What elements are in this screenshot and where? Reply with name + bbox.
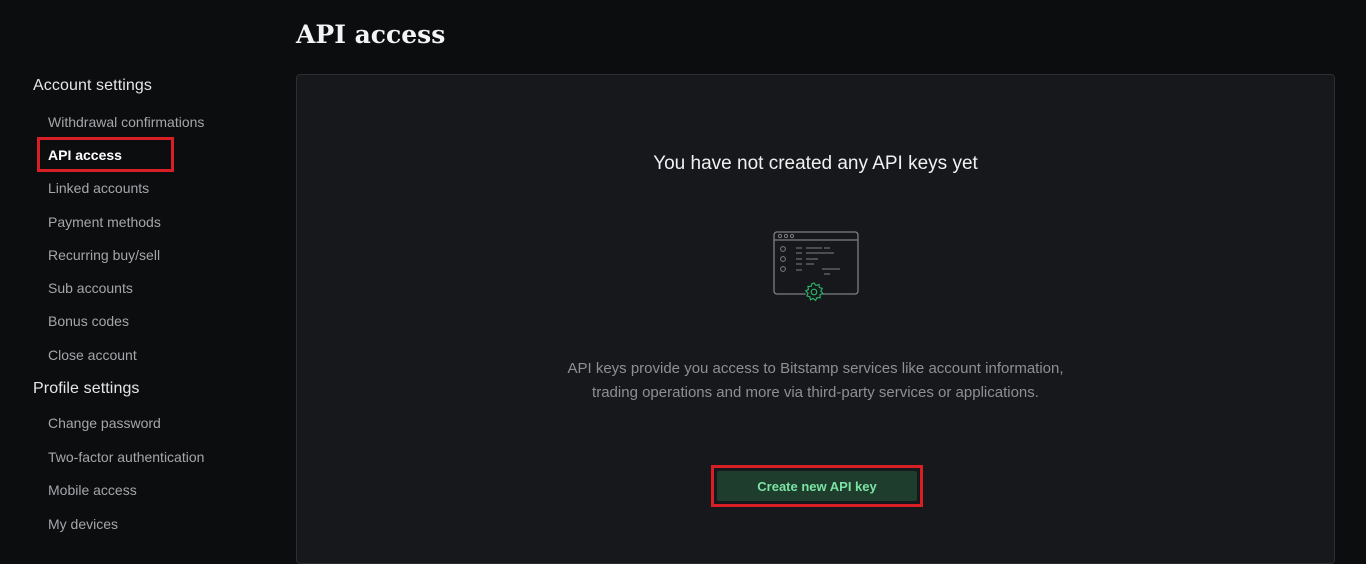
empty-state-description: API keys provide you access to Bitstamp … [297,357,1334,405]
sidebar-item-api-access[interactable]: API access [48,147,122,163]
account-settings-heading: Account settings [33,77,152,94]
create-api-key-button[interactable]: Create new API key [717,471,917,501]
description-line-2: trading operations and more via third-pa… [592,384,1039,401]
sidebar-item-withdrawal-confirmations[interactable]: Withdrawal confirmations [48,114,204,130]
empty-state-title: You have not created any API keys yet [653,153,978,174]
browser-settings-icon [772,230,862,310]
api-keys-empty-state-card: You have not created any API keys yet AP… [296,74,1335,564]
sidebar-item-sub-accounts[interactable]: Sub accounts [48,280,133,296]
page-title: API access [296,20,446,49]
sidebar-item-recurring-buy-sell[interactable]: Recurring buy/sell [48,247,160,263]
description-line-1: API keys provide you access to Bitstamp … [567,360,1064,377]
settings-sidebar: Account settings Withdrawal confirmation… [0,0,270,548]
sidebar-item-linked-accounts[interactable]: Linked accounts [48,180,149,196]
sidebar-item-payment-methods[interactable]: Payment methods [48,214,161,230]
sidebar-item-two-factor-authentication[interactable]: Two-factor authentication [48,449,204,465]
sidebar-item-my-devices[interactable]: My devices [48,516,118,532]
sidebar-item-bonus-codes[interactable]: Bonus codes [48,313,129,329]
profile-settings-heading: Profile settings [33,380,140,397]
sidebar-item-mobile-access[interactable]: Mobile access [48,482,137,498]
highlight-create-api-key: Create new API key [711,465,923,507]
sidebar-item-change-password[interactable]: Change password [48,415,161,431]
sidebar-item-close-account[interactable]: Close account [48,347,137,363]
